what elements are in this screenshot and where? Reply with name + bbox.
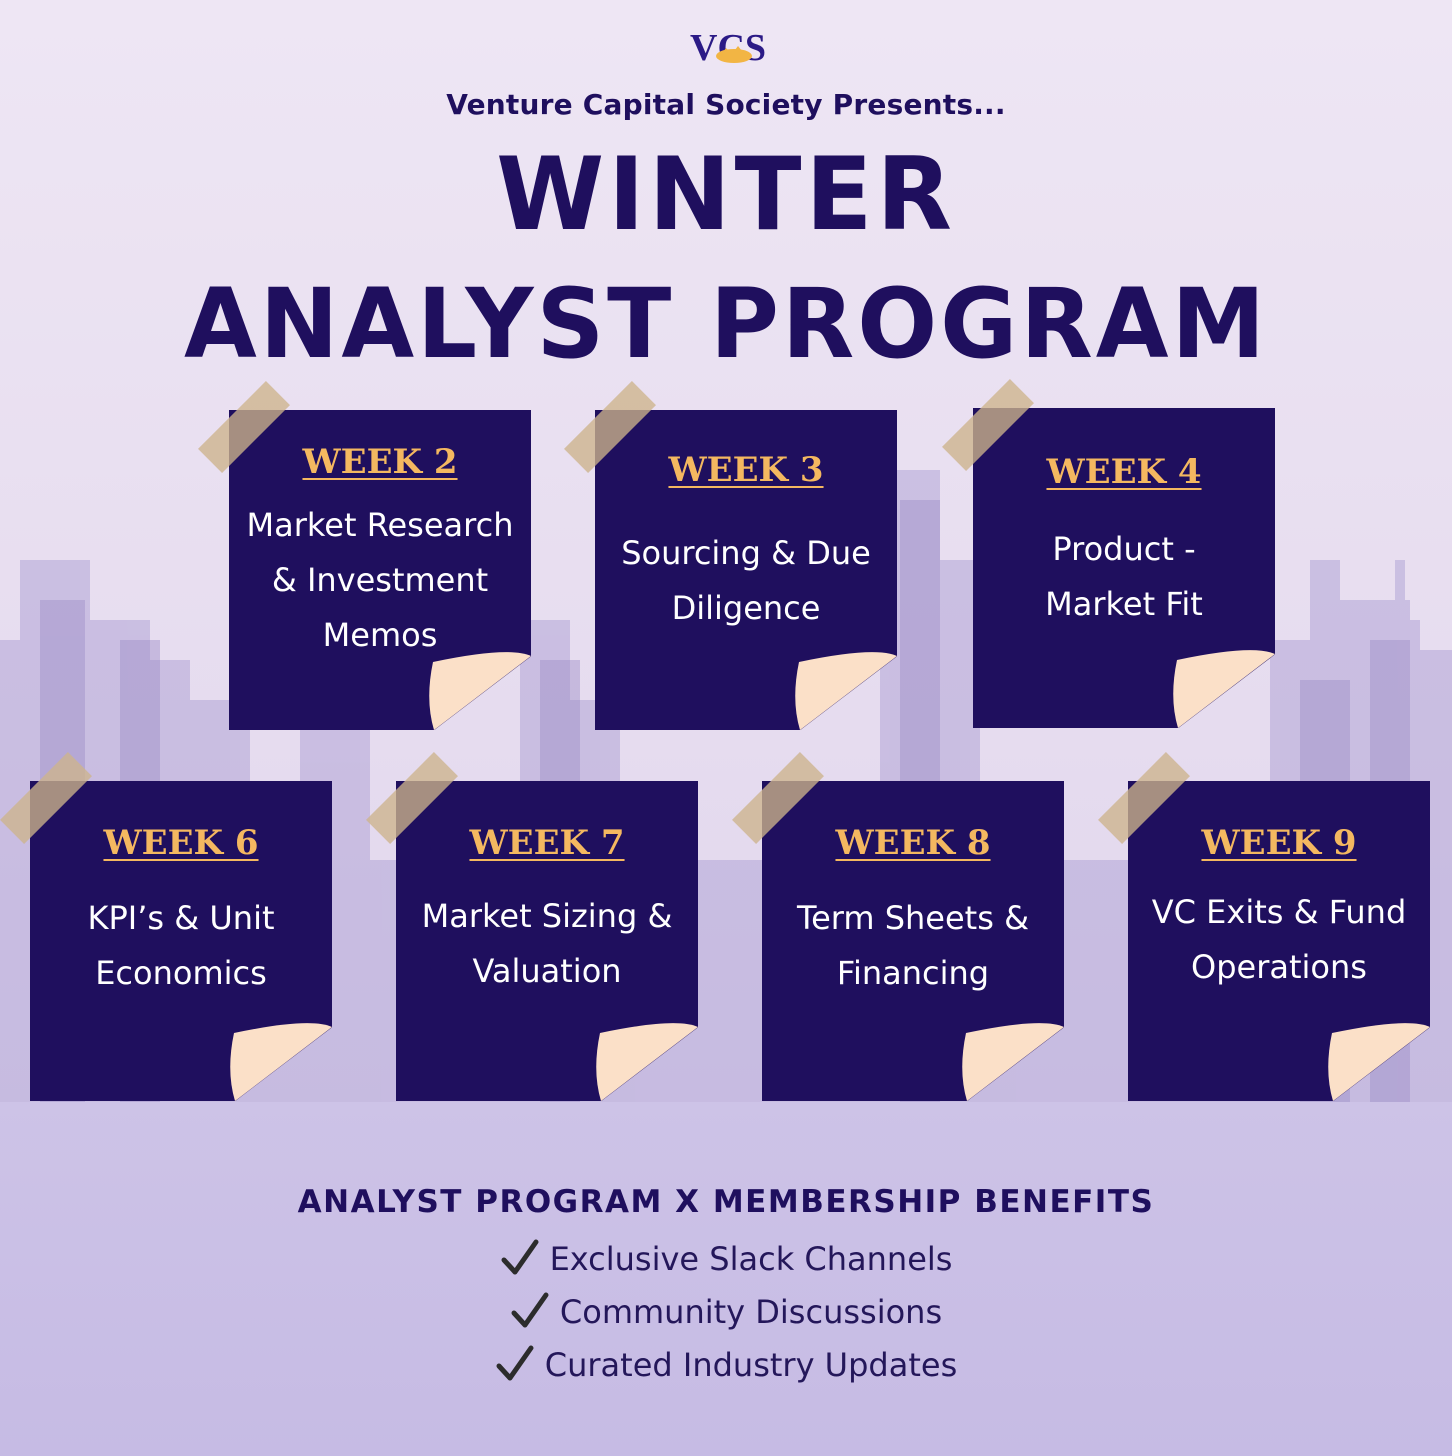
- week-topic: Sourcing & Due Diligence: [621, 534, 871, 627]
- week-label: WEEK 7: [469, 823, 625, 863]
- week-card: WEEK 7 Market Sizing & Valuation: [396, 781, 698, 1101]
- week-topic: Market Research & Investment Memos: [246, 506, 514, 654]
- benefit-text: Curated Industry Updates: [544, 1346, 958, 1384]
- title-line-2: ANALYST PROGRAM: [183, 268, 1269, 380]
- week-card: WEEK 4 Product - Market Fit: [973, 408, 1275, 728]
- poster: VCS Venture Capital Society Presents... …: [0, 0, 1452, 1456]
- week-topic: VC Exits & Fund Operations: [1151, 893, 1407, 986]
- vcs-logo: VCS: [690, 27, 766, 69]
- benefit-item: Curated Industry Updates: [0, 1344, 1452, 1384]
- week-topic: Product - Market Fit: [1045, 530, 1203, 623]
- bottom-band: [0, 1102, 1452, 1456]
- checkmark-icon: [511, 1292, 549, 1328]
- title-line-1: WINTER: [496, 136, 956, 254]
- week-label: WEEK 8: [835, 823, 991, 863]
- week-card: WEEK 9 VC Exits & Fund Operations: [1128, 781, 1430, 1101]
- week-topic: KPI’s & Unit Economics: [87, 899, 275, 992]
- week-topic: Market Sizing & Valuation: [421, 897, 673, 990]
- week-card: WEEK 3 Sourcing & Due Diligence: [595, 410, 897, 730]
- svg-text:VCS: VCS: [690, 27, 766, 69]
- presents-line: Venture Capital Society Presents...: [446, 88, 1006, 121]
- week-label: WEEK 9: [1201, 823, 1357, 863]
- week-label: WEEK 4: [1046, 452, 1202, 492]
- week-label: WEEK 2: [302, 442, 458, 482]
- benefit-item: Exclusive Slack Channels: [0, 1238, 1452, 1278]
- week-topic: Term Sheets & Financing: [796, 899, 1030, 992]
- week-card: WEEK 6 KPI’s & Unit Economics: [30, 781, 332, 1101]
- week-label: WEEK 3: [668, 450, 824, 490]
- week-card: WEEK 2 Market Research & Investment Memo…: [229, 410, 531, 730]
- benefit-text: Exclusive Slack Channels: [549, 1240, 953, 1278]
- week-label: WEEK 6: [103, 823, 259, 863]
- checkmark-icon: [496, 1345, 534, 1381]
- week-card: WEEK 8 Term Sheets & Financing: [762, 781, 1064, 1101]
- benefits-title: ANALYST PROGRAM X MEMBERSHIP BENEFITS: [297, 1184, 1155, 1220]
- benefit-text: Community Discussions: [559, 1293, 943, 1331]
- checkmark-icon: [501, 1239, 539, 1275]
- benefit-item: Community Discussions: [0, 1291, 1452, 1331]
